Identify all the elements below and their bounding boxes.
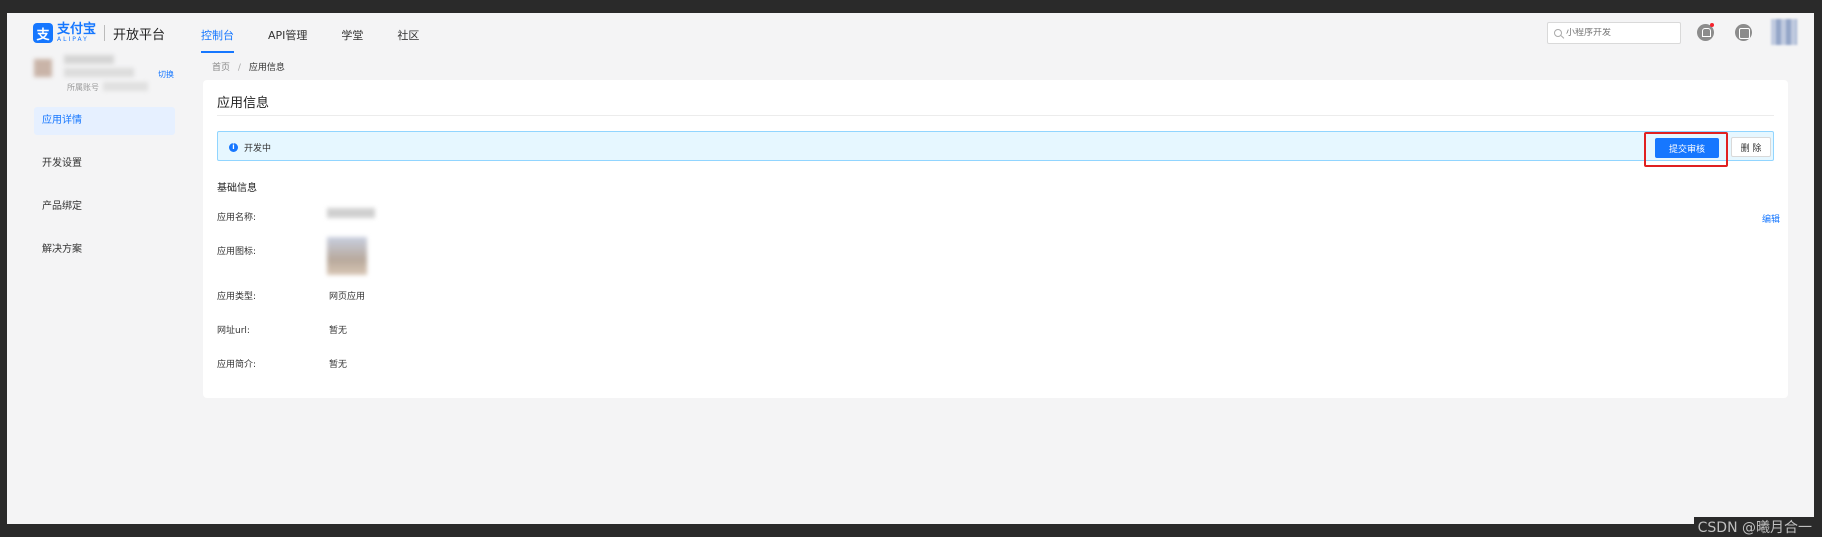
help-icon[interactable] <box>1735 24 1752 41</box>
alipay-logo[interactable]: 支 支付宝 ALIPAY 开放平台 <box>33 23 165 43</box>
section-title: 基础信息 <box>217 183 257 194</box>
status-alert: i 开发中 提交审核 删 除 <box>217 131 1774 167</box>
side-menu: 应用详情 开发设置 产品绑定 解决方案 <box>34 107 175 279</box>
nav-academy[interactable]: 学堂 <box>341 27 363 53</box>
notification-dot <box>1710 23 1714 27</box>
platform-name: 开放平台 <box>113 27 166 43</box>
sidebar: 所属账号 切换 应用详情 开发设置 产品绑定 解决方案 <box>7 55 175 524</box>
app-info-card: 应用信息 i 开发中 提交审核 删 除 基础信息 应用名称: 编辑 应用图标: … <box>203 80 1788 398</box>
app-icon-image <box>327 237 367 275</box>
account-name-redacted <box>64 55 114 64</box>
app-window: 支 支付宝 ALIPAY 开放平台 控制台 API管理 学堂 社区 所属账号 <box>7 13 1814 524</box>
field-label-app-icon: 应用图标: <box>217 247 257 257</box>
main-nav: 控制台 API管理 学堂 社区 <box>201 27 453 53</box>
field-label-app-name: 应用名称: <box>217 213 257 223</box>
account-avatar <box>34 59 52 77</box>
top-nav: 支 支付宝 ALIPAY 开放平台 控制台 API管理 学堂 社区 <box>7 13 1814 55</box>
field-value-app-type: 网页应用 <box>329 292 366 302</box>
sidebar-item-solutions[interactable]: 解决方案 <box>34 236 175 264</box>
account-owner-redacted <box>103 82 148 91</box>
breadcrumb-home[interactable]: 首页 <box>212 63 230 73</box>
search-icon <box>1554 29 1562 37</box>
field-value-description: 暂无 <box>329 360 348 370</box>
page-title: 应用信息 <box>217 96 270 111</box>
sidebar-item-product-binding[interactable]: 产品绑定 <box>34 193 175 221</box>
account-label: 所属账号 <box>67 83 99 92</box>
edit-link[interactable]: 编辑 <box>1762 212 1780 225</box>
delete-button[interactable]: 删 除 <box>1731 137 1771 157</box>
field-label-url: 网址url: <box>217 326 250 336</box>
logo-divider <box>104 25 106 41</box>
user-avatar[interactable] <box>1771 19 1797 45</box>
search-box[interactable] <box>1547 22 1681 44</box>
submit-review-button[interactable]: 提交审核 <box>1655 138 1719 158</box>
nav-community[interactable]: 社区 <box>397 27 419 53</box>
nav-console[interactable]: 控制台 <box>201 27 234 53</box>
breadcrumb: 首页 / 应用信息 <box>212 60 285 73</box>
alipay-logo-icon: 支 <box>33 23 53 43</box>
field-label-description: 应用简介: <box>217 360 257 370</box>
breadcrumb-separator: / <box>237 63 241 73</box>
account-id-redacted <box>64 68 134 77</box>
nav-api-management[interactable]: API管理 <box>268 27 307 53</box>
breadcrumb-current: 应用信息 <box>248 63 285 73</box>
app-name-redacted <box>327 208 375 218</box>
watermark: CSDN @曦月合一 <box>1693 517 1816 537</box>
field-label-app-type: 应用类型: <box>217 292 257 302</box>
sidebar-item-app-details[interactable]: 应用详情 <box>34 107 175 135</box>
status-text: 开发中 <box>244 144 272 154</box>
title-divider <box>217 115 1774 116</box>
info-icon: i <box>229 143 238 152</box>
field-value-url: 暂无 <box>329 326 348 336</box>
switch-account-link[interactable]: 切换 <box>158 69 174 80</box>
logo-en-text: ALIPAY <box>57 36 89 43</box>
logo-cn-text: 支付宝 <box>57 22 97 37</box>
search-input[interactable] <box>1566 28 1676 38</box>
sidebar-item-dev-settings[interactable]: 开发设置 <box>34 150 175 178</box>
